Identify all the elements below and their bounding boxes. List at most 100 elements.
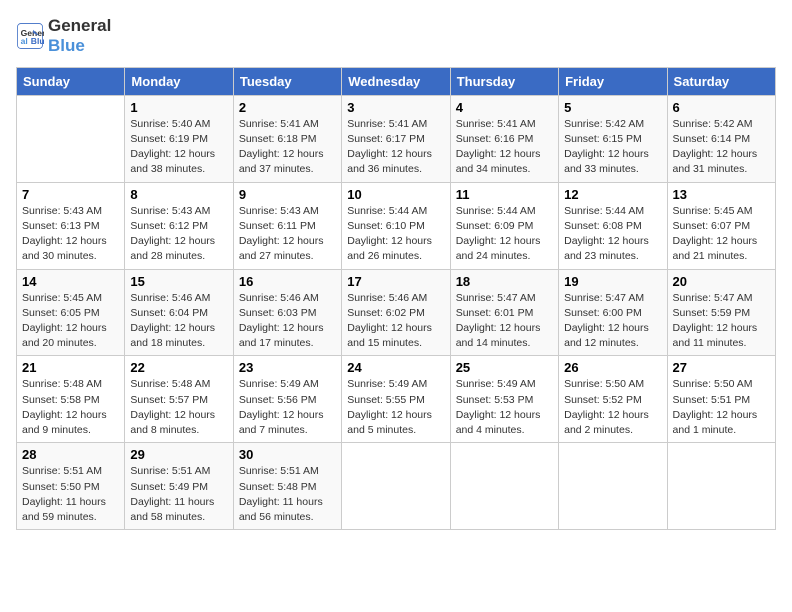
day-info: Sunrise: 5:48 AM Sunset: 5:57 PM Dayligh… (130, 377, 227, 438)
day-cell: 9 Sunrise: 5:43 AM Sunset: 6:11 PM Daylig… (233, 182, 341, 269)
day-info: Sunrise: 5:44 AM Sunset: 6:09 PM Dayligh… (456, 204, 553, 265)
logo: Gener al Blue General Blue (16, 16, 111, 57)
day-cell (450, 443, 558, 530)
day-cell: 3 Sunrise: 5:41 AM Sunset: 6:17 PM Daylig… (342, 95, 450, 182)
day-cell: 19Sunrise: 5:47 AM Sunset: 6:00 PM Dayli… (559, 269, 667, 356)
logo-text: General Blue (48, 16, 111, 57)
day-cell (667, 443, 775, 530)
weekday-header-thursday: Thursday (450, 67, 558, 95)
day-info: Sunrise: 5:43 AM Sunset: 6:13 PM Dayligh… (22, 204, 119, 265)
day-cell: 6 Sunrise: 5:42 AM Sunset: 6:14 PM Daylig… (667, 95, 775, 182)
day-info: Sunrise: 5:49 AM Sunset: 5:56 PM Dayligh… (239, 377, 336, 438)
day-info: Sunrise: 5:42 AM Sunset: 6:14 PM Dayligh… (673, 117, 770, 178)
week-row-4: 21 Sunrise: 5:48 AM Sunset: 5:58 PM Dayli… (17, 356, 776, 443)
day-info: Sunrise: 5:41 AM Sunset: 6:17 PM Dayligh… (347, 117, 444, 178)
day-info: Sunrise: 5:41 AM Sunset: 6:16 PM Dayligh… (456, 117, 553, 178)
day-cell (17, 95, 125, 182)
weekday-header-monday: Monday (125, 67, 233, 95)
header: Gener al Blue General Blue (16, 16, 776, 57)
day-cell: 24 Sunrise: 5:49 AM Sunset: 5:55 PM Dayli… (342, 356, 450, 443)
day-info: Sunrise: 5:49 AM Sunset: 5:55 PM Dayligh… (347, 377, 444, 438)
day-cell: 22 Sunrise: 5:48 AM Sunset: 5:57 PM Dayli… (125, 356, 233, 443)
day-number: 14 (22, 274, 119, 289)
day-number: 12 (564, 187, 661, 202)
day-info: Sunrise: 5:50 AM Sunset: 5:51 PM Dayligh… (673, 377, 770, 438)
day-number: 15 (130, 274, 227, 289)
day-number: 19 (564, 274, 661, 289)
day-number: 20 (673, 274, 770, 289)
day-cell: 11 Sunrise: 5:44 AM Sunset: 6:09 PM Dayli… (450, 182, 558, 269)
day-cell: 14 Sunrise: 5:45 AM Sunset: 6:05 PM Dayli… (17, 269, 125, 356)
day-info: Sunrise: 5:51 AM Sunset: 5:50 PM Dayligh… (22, 464, 119, 525)
day-number: 7 (22, 187, 119, 202)
day-number: 23 (239, 360, 336, 375)
weekday-header-row: SundayMondayTuesdayWednesdayThursdayFrid… (17, 67, 776, 95)
week-row-5: 28 Sunrise: 5:51 AM Sunset: 5:50 PM Dayli… (17, 443, 776, 530)
day-info: Sunrise: 5:51 AM Sunset: 5:48 PM Dayligh… (239, 464, 336, 525)
day-info: Sunrise: 5:45 AM Sunset: 6:07 PM Dayligh… (673, 204, 770, 265)
day-info: Sunrise: 5:44 AM Sunset: 6:10 PM Dayligh… (347, 204, 444, 265)
day-cell: 28 Sunrise: 5:51 AM Sunset: 5:50 PM Dayli… (17, 443, 125, 530)
day-cell: 23 Sunrise: 5:49 AM Sunset: 5:56 PM Dayli… (233, 356, 341, 443)
day-cell: 17 Sunrise: 5:46 AM Sunset: 6:02 PM Dayli… (342, 269, 450, 356)
week-row-3: 14 Sunrise: 5:45 AM Sunset: 6:05 PM Dayli… (17, 269, 776, 356)
day-cell: 4 Sunrise: 5:41 AM Sunset: 6:16 PM Daylig… (450, 95, 558, 182)
day-number: 4 (456, 100, 553, 115)
day-info: Sunrise: 5:43 AM Sunset: 6:11 PM Dayligh… (239, 204, 336, 265)
day-number: 27 (673, 360, 770, 375)
day-info: Sunrise: 5:48 AM Sunset: 5:58 PM Dayligh… (22, 377, 119, 438)
day-number: 22 (130, 360, 227, 375)
day-number: 25 (456, 360, 553, 375)
day-info: Sunrise: 5:47 AM Sunset: 5:59 PM Dayligh… (673, 291, 770, 352)
weekday-header-sunday: Sunday (17, 67, 125, 95)
calendar-table: SundayMondayTuesdayWednesdayThursdayFrid… (16, 67, 776, 530)
day-number: 17 (347, 274, 444, 289)
day-cell: 15 Sunrise: 5:46 AM Sunset: 6:04 PM Dayli… (125, 269, 233, 356)
day-number: 24 (347, 360, 444, 375)
weekday-header-saturday: Saturday (667, 67, 775, 95)
day-cell: 29 Sunrise: 5:51 AM Sunset: 5:49 PM Dayli… (125, 443, 233, 530)
day-number: 6 (673, 100, 770, 115)
day-number: 10 (347, 187, 444, 202)
day-cell: 10 Sunrise: 5:44 AM Sunset: 6:10 PM Dayli… (342, 182, 450, 269)
day-number: 28 (22, 447, 119, 462)
day-cell: 27 Sunrise: 5:50 AM Sunset: 5:51 PM Dayli… (667, 356, 775, 443)
svg-text:al: al (21, 36, 28, 46)
day-number: 29 (130, 447, 227, 462)
day-number: 30 (239, 447, 336, 462)
day-number: 3 (347, 100, 444, 115)
week-row-1: 1Sunrise: 5:40 AM Sunset: 6:19 PM Daylig… (17, 95, 776, 182)
day-cell: 26Sunrise: 5:50 AM Sunset: 5:52 PM Dayli… (559, 356, 667, 443)
week-row-2: 7 Sunrise: 5:43 AM Sunset: 6:13 PM Daylig… (17, 182, 776, 269)
day-cell (342, 443, 450, 530)
day-info: Sunrise: 5:46 AM Sunset: 6:02 PM Dayligh… (347, 291, 444, 352)
day-cell: 8Sunrise: 5:43 AM Sunset: 6:12 PM Daylig… (125, 182, 233, 269)
day-number: 16 (239, 274, 336, 289)
day-number: 21 (22, 360, 119, 375)
svg-text:Blue: Blue (31, 36, 44, 46)
day-cell: 16 Sunrise: 5:46 AM Sunset: 6:03 PM Dayli… (233, 269, 341, 356)
logo-icon: Gener al Blue (16, 22, 44, 50)
day-cell: 21 Sunrise: 5:48 AM Sunset: 5:58 PM Dayli… (17, 356, 125, 443)
day-info: Sunrise: 5:46 AM Sunset: 6:04 PM Dayligh… (130, 291, 227, 352)
day-cell: 20 Sunrise: 5:47 AM Sunset: 5:59 PM Dayli… (667, 269, 775, 356)
weekday-header-friday: Friday (559, 67, 667, 95)
day-info: Sunrise: 5:51 AM Sunset: 5:49 PM Dayligh… (130, 464, 227, 525)
day-info: Sunrise: 5:44 AM Sunset: 6:08 PM Dayligh… (564, 204, 661, 265)
day-number: 11 (456, 187, 553, 202)
day-cell: 2Sunrise: 5:41 AM Sunset: 6:18 PM Daylig… (233, 95, 341, 182)
day-number: 9 (239, 187, 336, 202)
day-cell: 18Sunrise: 5:47 AM Sunset: 6:01 PM Dayli… (450, 269, 558, 356)
day-info: Sunrise: 5:46 AM Sunset: 6:03 PM Dayligh… (239, 291, 336, 352)
day-info: Sunrise: 5:42 AM Sunset: 6:15 PM Dayligh… (564, 117, 661, 178)
day-info: Sunrise: 5:49 AM Sunset: 5:53 PM Dayligh… (456, 377, 553, 438)
day-cell: 25 Sunrise: 5:49 AM Sunset: 5:53 PM Dayli… (450, 356, 558, 443)
day-number: 1 (130, 100, 227, 115)
day-number: 18 (456, 274, 553, 289)
day-info: Sunrise: 5:43 AM Sunset: 6:12 PM Dayligh… (130, 204, 227, 265)
day-cell: 13Sunrise: 5:45 AM Sunset: 6:07 PM Dayli… (667, 182, 775, 269)
day-info: Sunrise: 5:41 AM Sunset: 6:18 PM Dayligh… (239, 117, 336, 178)
day-number: 26 (564, 360, 661, 375)
day-info: Sunrise: 5:45 AM Sunset: 6:05 PM Dayligh… (22, 291, 119, 352)
day-cell: 7 Sunrise: 5:43 AM Sunset: 6:13 PM Daylig… (17, 182, 125, 269)
